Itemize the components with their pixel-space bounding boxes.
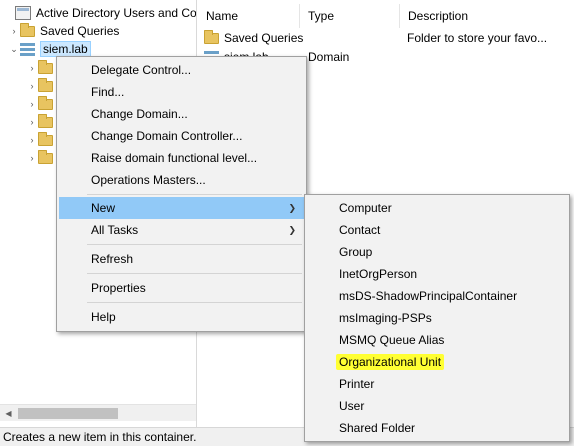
- submenu-item-inetorgperson[interactable]: InetOrgPerson: [307, 263, 567, 285]
- highlighted-label: Organizational Unit: [336, 354, 445, 370]
- submenu-item-msmq-queue-alias[interactable]: MSMQ Queue Alias: [307, 329, 567, 351]
- menu-item-new-label: New: [91, 201, 116, 215]
- tree-child-folder[interactable]: ›: [26, 77, 58, 95]
- submenu-item-contact[interactable]: Contact: [307, 219, 567, 241]
- menu-item-change-domain[interactable]: Change Domain...: [59, 103, 304, 125]
- menu-item-find[interactable]: Find...: [59, 81, 304, 103]
- scrollbar-thumb[interactable]: [18, 408, 118, 419]
- submenu-item-user[interactable]: User: [307, 395, 567, 417]
- menu-item-all-tasks[interactable]: All Tasks ❯: [59, 219, 304, 241]
- scroll-left-icon[interactable]: ◀: [0, 405, 17, 422]
- submenu-item-organizational-unit[interactable]: Organizational Unit: [307, 351, 567, 373]
- chevron-right-icon: ❯: [288, 224, 296, 235]
- menu-item-help[interactable]: Help: [59, 306, 304, 328]
- tree-child-folder[interactable]: ›: [26, 149, 58, 167]
- column-header-description[interactable]: Description: [400, 4, 574, 28]
- tree-item-saved-queries-label: Saved Queries: [40, 24, 120, 38]
- tree-item-saved-queries[interactable]: › Saved Queries: [8, 22, 119, 40]
- submenu-item-msimaging-psps[interactable]: msImaging-PSPs: [307, 307, 567, 329]
- folder-icon: [38, 149, 53, 164]
- menu-item-raise-domain-functional-level[interactable]: Raise domain functional level...: [59, 147, 304, 169]
- list-item-description: Folder to store your favo...: [407, 31, 548, 45]
- tree-child-folder[interactable]: ›: [26, 95, 58, 113]
- list-item[interactable]: Saved Queries Folder to store your favo.…: [204, 29, 574, 47]
- chevron-right-icon[interactable]: ›: [26, 81, 38, 91]
- chevron-right-icon[interactable]: ›: [26, 99, 38, 109]
- column-header-type[interactable]: Type: [300, 4, 400, 28]
- list-header: Name Type Description: [198, 4, 574, 28]
- menu-separator: [87, 194, 302, 195]
- submenu-item-computer[interactable]: Computer: [307, 197, 567, 219]
- folder-icon: [20, 22, 35, 37]
- context-menu: Delegate Control... Find... Change Domai…: [56, 56, 307, 332]
- console-icon: [15, 6, 31, 20]
- menu-item-new[interactable]: New ❯: [59, 197, 304, 219]
- menu-item-refresh[interactable]: Refresh: [59, 248, 304, 270]
- menu-item-operations-masters[interactable]: Operations Masters...: [59, 169, 304, 191]
- menu-item-all-tasks-label: All Tasks: [91, 223, 139, 237]
- horizontal-scrollbar[interactable]: ◀: [0, 404, 196, 422]
- chevron-right-icon[interactable]: ›: [26, 63, 38, 73]
- folder-icon: [38, 113, 53, 128]
- chevron-right-icon[interactable]: ›: [26, 135, 38, 145]
- folder-icon: [38, 59, 53, 74]
- tree-child-folder[interactable]: ›: [26, 59, 58, 77]
- status-text: Creates a new item in this container.: [3, 430, 197, 444]
- menu-item-delegate-control[interactable]: Delegate Control...: [59, 59, 304, 81]
- list-item-name: Saved Queries: [224, 31, 304, 45]
- chevron-right-icon: ❯: [288, 202, 296, 213]
- chevron-down-icon[interactable]: ⌄: [8, 44, 20, 55]
- folder-icon: [38, 77, 53, 92]
- folder-icon: [204, 29, 219, 44]
- submenu-item-shared-folder[interactable]: Shared Folder: [307, 417, 567, 439]
- tree-item-root-label: Active Directory Users and Com: [36, 6, 197, 20]
- submenu-item-msds-shadowprincipalcontainer[interactable]: msDS-ShadowPrincipalContainer: [307, 285, 567, 307]
- folder-icon: [38, 95, 53, 110]
- menu-separator: [87, 244, 302, 245]
- list-item-type: Domain: [308, 50, 350, 64]
- menu-separator: [87, 302, 302, 303]
- submenu-item-printer[interactable]: Printer: [307, 373, 567, 395]
- submenu-item-group[interactable]: Group: [307, 241, 567, 263]
- tree-child-folder[interactable]: ›: [26, 131, 58, 149]
- menu-separator: [87, 273, 302, 274]
- domain-icon: [20, 42, 35, 56]
- chevron-right-icon[interactable]: ›: [26, 117, 38, 127]
- tree-item-domain-label: siem.lab: [40, 41, 91, 57]
- chevron-right-icon[interactable]: ›: [8, 26, 20, 36]
- tree-child-folder[interactable]: ›: [26, 113, 58, 131]
- new-submenu: Computer Contact Group InetOrgPerson msD…: [304, 194, 570, 442]
- chevron-right-icon[interactable]: ›: [26, 153, 38, 163]
- column-header-name[interactable]: Name: [198, 4, 300, 28]
- folder-icon: [38, 131, 53, 146]
- tree-item-root[interactable]: Active Directory Users and Com: [3, 4, 197, 22]
- menu-item-properties[interactable]: Properties: [59, 277, 304, 299]
- menu-item-change-domain-controller[interactable]: Change Domain Controller...: [59, 125, 304, 147]
